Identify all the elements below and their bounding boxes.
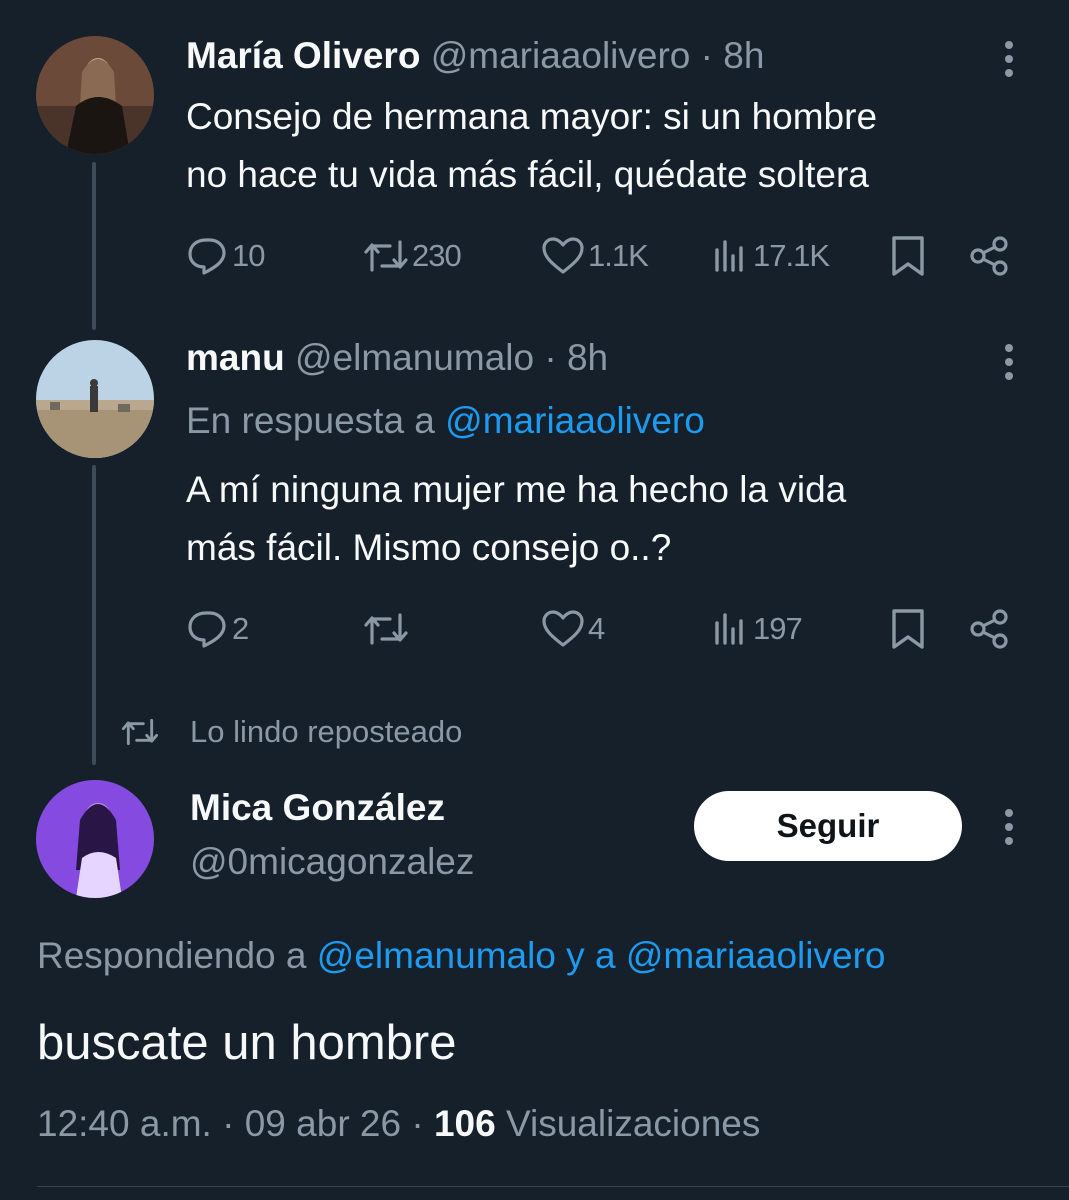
heart-icon	[542, 610, 584, 647]
tweet3-views-count[interactable]: 106	[434, 1103, 496, 1144]
tweet3-text: buscate un hombre	[37, 1016, 457, 1070]
tweet2-text-line1: A mí ninguna mujer me ha hecho la vida	[186, 469, 847, 510]
tweet2-handle[interactable]: @elmanumalo	[295, 337, 534, 378]
avatar-mica[interactable]	[36, 780, 154, 898]
tweet2-text: A mí ninguna mujer me ha hecho la vida m…	[186, 461, 846, 577]
tweet1-repost-count: 230	[412, 238, 462, 273]
tweet2-like-count: 4	[588, 611, 605, 646]
tweet1-time[interactable]: 8h	[723, 35, 764, 76]
tweet1-text-line1: Consejo de hermana mayor: si un hombre	[186, 96, 878, 137]
follow-button[interactable]: Seguir	[694, 791, 962, 861]
tweet3-handle[interactable]: @0micagonzalez	[190, 840, 474, 884]
reply-icon	[188, 611, 226, 648]
tweet1-more-icon[interactable]	[1003, 41, 1015, 83]
tweet1-share-button[interactable]	[968, 234, 1012, 278]
tweet1-text: Consejo de hermana mayor: si un hombre n…	[186, 88, 877, 204]
thread-line-1	[92, 162, 96, 330]
avatar-maria-image	[36, 36, 154, 154]
tweet2-reply-context: En respuesta a @mariaaolivero	[186, 399, 705, 443]
repost-icon	[364, 613, 408, 645]
tweet1-separator: ·	[700, 35, 713, 76]
views-icon	[715, 613, 743, 645]
tweet1-like-button[interactable]: 1.1K	[540, 236, 649, 276]
tweet1-handle[interactable]: @mariaaolivero	[431, 35, 691, 76]
tweet3-meta: 12:40 a.m. · 09 abr 26 · 106 Visualizaci…	[37, 1101, 760, 1147]
tweet2-text-line2: más fácil. Mismo consejo o..?	[186, 527, 672, 568]
thread-line-2	[92, 465, 96, 765]
avatar-mica-image	[36, 780, 154, 898]
tweet3-more-icon[interactable]	[1003, 809, 1015, 851]
tweet2-separator: ·	[544, 337, 557, 378]
tweet1-views-count: 17.1K	[753, 238, 830, 273]
tweet2-like-button[interactable]: 4	[540, 609, 605, 649]
bottom-divider	[37, 1186, 1069, 1187]
tweet1-header: María Olivero @mariaaolivero · 8h	[186, 34, 764, 78]
avatar-maria[interactable]	[36, 36, 154, 154]
tweet3-meta-sep1: ·	[222, 1103, 235, 1144]
repost-notice: Lo lindo reposteado	[120, 714, 462, 750]
tweet2-repost-button[interactable]	[362, 609, 410, 649]
tweet3-replying-user2-link[interactable]: @mariaaolivero	[626, 935, 886, 976]
tweet2-views-count: 197	[753, 611, 803, 646]
tweet3-views-label: Visualizaciones	[506, 1103, 761, 1144]
tweet2-views-button[interactable]: 197	[711, 609, 803, 649]
repost-small-icon	[121, 718, 159, 746]
avatar-manu[interactable]	[36, 340, 154, 458]
tweet1-text-line2: no hace tu vida más fácil, quédate solte…	[186, 154, 869, 195]
tweet1-reply-button[interactable]: 10	[186, 236, 265, 276]
reply-icon	[188, 238, 226, 275]
tweet2-header: manu @elmanumalo · 8h	[186, 336, 608, 380]
tweet1-repost-button[interactable]: 230	[362, 236, 462, 276]
tweet2-bookmark-button[interactable]	[888, 607, 928, 651]
tweet2-more-icon[interactable]	[1003, 344, 1015, 386]
avatar-manu-image	[36, 340, 154, 458]
tweet1-author-name[interactable]: María Olivero	[186, 35, 420, 76]
tweet1-bookmark-button[interactable]	[888, 234, 928, 278]
tweet1-views-button[interactable]: 17.1K	[711, 236, 830, 276]
views-icon	[715, 240, 743, 272]
tweet2-reply-count: 2	[232, 611, 249, 646]
tweet2-reply-to-link[interactable]: @mariaaolivero	[445, 400, 705, 441]
tweet1-like-count: 1.1K	[588, 238, 649, 273]
tweet2-share-button[interactable]	[968, 607, 1012, 651]
tweet1-reply-count: 10	[232, 238, 265, 273]
bookmark-icon	[892, 609, 924, 649]
share-icon	[970, 609, 1008, 649]
tweet2-reply-prefix: En respuesta a	[186, 400, 435, 441]
tweet3-date[interactable]: 09 abr 26	[245, 1103, 401, 1144]
repost-icon	[364, 240, 408, 272]
repost-notice-text[interactable]: Lo lindo reposteado	[190, 714, 462, 750]
tweet3-replying-prefix: Respondiendo a	[37, 935, 307, 976]
tweet3-author-name[interactable]: Mica González	[190, 786, 445, 830]
tweet3-meta-sep2: ·	[411, 1103, 424, 1144]
tweet2-author-name[interactable]: manu	[186, 337, 285, 378]
tweet2-time[interactable]: 8h	[567, 337, 608, 378]
share-icon	[970, 236, 1008, 276]
tweet3-replying-conj: y a	[566, 935, 616, 976]
bookmark-icon	[892, 236, 924, 276]
tweet2-reply-button[interactable]: 2	[186, 609, 249, 649]
tweet3-replying-user1-link[interactable]: @elmanumalo	[317, 935, 556, 976]
heart-icon	[542, 237, 584, 274]
tweet3-replying-context: Respondiendo a @elmanumalo y a @mariaaol…	[37, 933, 885, 979]
tweet3-time[interactable]: 12:40 a.m.	[37, 1103, 212, 1144]
